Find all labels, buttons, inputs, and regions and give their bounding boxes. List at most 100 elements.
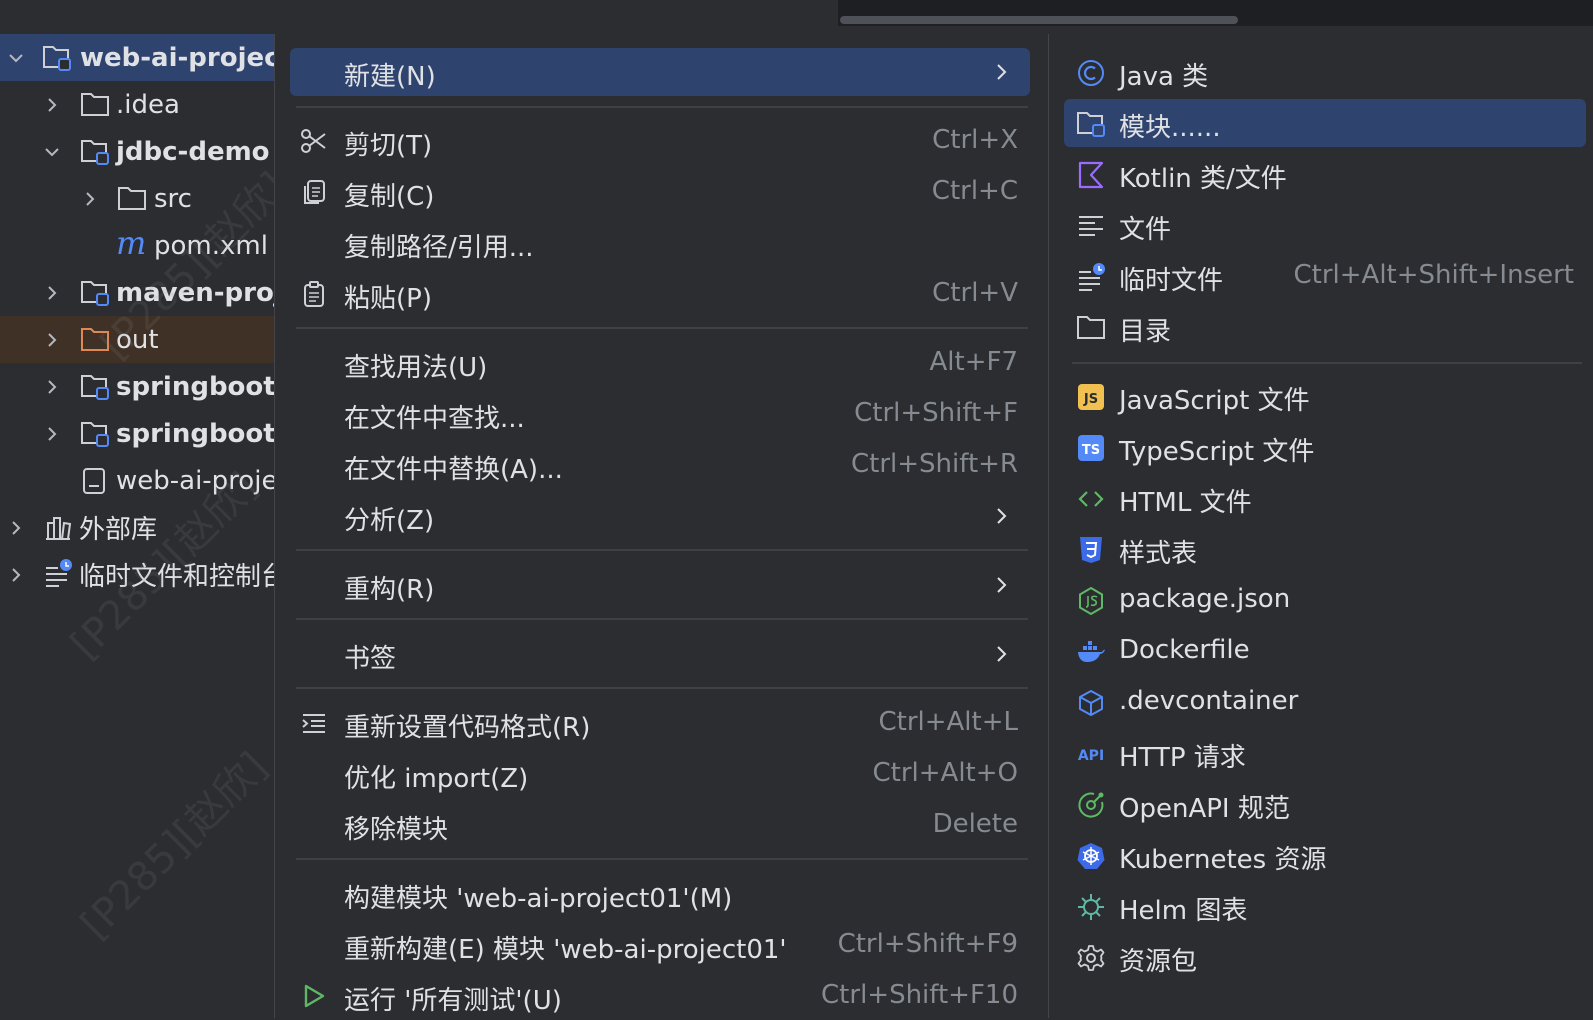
submenu-item-dockerfile[interactable]: Dockerfile: [1064, 627, 1586, 675]
chevron-right-icon[interactable]: [6, 518, 26, 538]
submenu-item-typescript[interactable]: TS TypeScript 文件: [1064, 423, 1586, 471]
submenu-item-label: Java 类: [1119, 62, 1209, 92]
submenu-item-label: .devcontainer: [1119, 686, 1299, 716]
menu-item-new[interactable]: 新建(N): [290, 48, 1030, 96]
menu-item-shortcut: Ctrl+Shift+F: [854, 398, 1018, 428]
menu-item-bookmarks[interactable]: 书签: [290, 630, 1030, 678]
submenu-item-scratch-file[interactable]: 临时文件 Ctrl+Alt+Shift+Insert: [1064, 252, 1586, 300]
tree-item-web-ai-project[interactable]: web-ai-project: [0, 34, 274, 81]
module-folder-icon: [80, 419, 110, 447]
tree-item-web-ai-project-file[interactable]: web-ai-proje: [0, 457, 274, 504]
menu-separator: [296, 106, 1028, 108]
submenu-item-openapi[interactable]: OpenAPI 规范: [1064, 780, 1586, 828]
chevron-right-icon: [990, 60, 1014, 84]
chevron-right-icon[interactable]: [42, 283, 62, 303]
horizontal-scrollbar[interactable]: [840, 16, 1238, 24]
submenu-item-label: 样式表: [1119, 539, 1198, 569]
chevron-right-icon[interactable]: [6, 565, 26, 585]
tree-item-out[interactable]: out: [0, 316, 274, 363]
chevron-down-icon[interactable]: [42, 142, 62, 162]
menu-separator: [296, 618, 1028, 620]
submenu-item-package-json[interactable]: package.json: [1064, 576, 1586, 624]
file-icon: [80, 466, 110, 494]
menu-item-find-usages[interactable]: 查找用法(U) Alt+F7: [290, 339, 1030, 387]
menu-item-optimize-imports[interactable]: 优化 import(Z) Ctrl+Alt+O: [290, 750, 1030, 798]
tree-item-label: web-ai-project: [80, 42, 274, 73]
submenu-item-label: 资源包: [1119, 947, 1198, 977]
menu-separator: [296, 858, 1028, 860]
chevron-down-icon[interactable]: [6, 48, 26, 68]
tree-item-jdbc-demo[interactable]: jdbc-demo: [0, 128, 274, 175]
submenu-item-kubernetes[interactable]: Kubernetes 资源: [1064, 831, 1586, 879]
chevron-right-icon[interactable]: [80, 189, 100, 209]
tree-item-springboot-2[interactable]: springboot-: [0, 410, 274, 457]
api-icon: API: [1076, 739, 1106, 769]
tree-item-springboot-1[interactable]: springboot-: [0, 363, 274, 410]
tree-item-pom-xml[interactable]: m pom.xml: [0, 222, 274, 269]
chevron-right-icon[interactable]: [42, 424, 62, 444]
chevron-right-icon[interactable]: [42, 377, 62, 397]
submenu-item-kotlin[interactable]: Kotlin 类/文件: [1064, 150, 1586, 198]
menu-separator: [296, 327, 1028, 329]
menu-item-label: 重新构建(E) 模块 'web-ai-project01': [344, 935, 787, 965]
submenu-item-label: TypeScript 文件: [1119, 437, 1315, 467]
menu-item-copy-path[interactable]: 复制路径/引用...: [290, 219, 1030, 267]
menu-item-reformat-code[interactable]: 重新设置代码格式(R) Ctrl+Alt+L: [290, 699, 1030, 747]
menu-item-remove-module[interactable]: 移除模块 Delete: [290, 801, 1030, 849]
menu-item-shortcut: Ctrl+Alt+O: [872, 758, 1018, 788]
menu-item-analyze[interactable]: 分析(Z): [290, 492, 1030, 540]
openapi-icon: [1076, 790, 1106, 820]
typescript-icon: TS: [1076, 433, 1106, 463]
submenu-item-devcontainer[interactable]: .devcontainer: [1064, 678, 1586, 726]
menu-item-copy[interactable]: 复制(C) Ctrl+C: [290, 168, 1030, 216]
tree-item-src[interactable]: src: [0, 175, 274, 222]
submenu-item-http-request[interactable]: API HTTP 请求: [1064, 729, 1586, 777]
tree-item-maven-project[interactable]: maven-proj: [0, 269, 274, 316]
submenu-item-label: 临时文件: [1119, 266, 1224, 296]
submenu-item-module[interactable]: 模块......: [1064, 99, 1586, 147]
submenu-item-file[interactable]: 文件: [1064, 201, 1586, 249]
module-folder-icon: [80, 137, 110, 165]
menu-item-label: 运行 '所有测试'(U): [344, 986, 562, 1016]
tree-item-idea[interactable]: .idea: [0, 81, 274, 128]
tree-item-scratches[interactable]: 临时文件和控制台: [0, 551, 274, 598]
nodejs-icon: [1076, 586, 1106, 616]
project-tree: web-ai-project .idea jdbc-demo src m pom…: [0, 34, 274, 1018]
menu-item-find-in-files[interactable]: 在文件中查找... Ctrl+Shift+F: [290, 390, 1030, 438]
svg-text:TS: TS: [1082, 443, 1100, 458]
chevron-right-icon[interactable]: [42, 95, 62, 115]
module-folder-icon: [80, 278, 110, 306]
submenu-item-html[interactable]: HTML 文件: [1064, 474, 1586, 522]
menu-item-build-module[interactable]: 构建模块 'web-ai-project01'(M): [290, 870, 1030, 918]
submenu-item-directory[interactable]: 目录: [1064, 303, 1586, 351]
menu-item-refactor[interactable]: 重构(R): [290, 561, 1030, 609]
menu-item-rebuild-module[interactable]: 重新构建(E) 模块 'web-ai-project01' Ctrl+Shift…: [290, 921, 1030, 969]
menu-item-label: 查找用法(U): [344, 353, 488, 383]
helm-icon: [1076, 892, 1106, 922]
tree-item-external-libraries[interactable]: 外部库: [0, 504, 274, 551]
kotlin-icon: [1076, 160, 1106, 190]
submenu-item-helm-chart[interactable]: Helm 图表: [1064, 882, 1586, 930]
menu-item-paste[interactable]: 粘贴(P) Ctrl+V: [290, 270, 1030, 318]
folder-icon: [80, 90, 110, 118]
submenu-item-label: OpenAPI 规范: [1119, 794, 1290, 824]
submenu-item-shortcut: Ctrl+Alt+Shift+Insert: [1293, 260, 1575, 290]
chevron-right-icon[interactable]: [42, 330, 62, 350]
menu-item-cut[interactable]: 剪切(T) Ctrl+X: [290, 117, 1030, 165]
chevron-right-icon: [990, 573, 1014, 597]
submenu-separator: [1072, 362, 1582, 364]
submenu-item-stylesheet[interactable]: 样式表: [1064, 525, 1586, 573]
chevron-right-icon: [990, 504, 1014, 528]
submenu-item-javascript[interactable]: JS JavaScript 文件: [1064, 372, 1586, 420]
submenu-item-label: Kotlin 类/文件: [1119, 164, 1287, 194]
reformat-code-icon: [300, 709, 328, 737]
docker-icon: [1076, 637, 1106, 667]
submenu-item-label: JavaScript 文件: [1119, 386, 1310, 416]
submenu-item-java-class[interactable]: Java 类: [1064, 48, 1586, 96]
copy-icon: [300, 178, 328, 206]
menu-item-run-all-tests[interactable]: 运行 '所有测试'(U) Ctrl+Shift+F10: [290, 972, 1030, 1020]
submenu-item-resource-bundle[interactable]: 资源包: [1064, 933, 1586, 981]
maven-m-icon: m: [116, 224, 147, 262]
menu-item-replace-in-files[interactable]: 在文件中替换(A)... Ctrl+Shift+R: [290, 441, 1030, 489]
menu-item-label: 复制路径/引用...: [344, 233, 534, 263]
